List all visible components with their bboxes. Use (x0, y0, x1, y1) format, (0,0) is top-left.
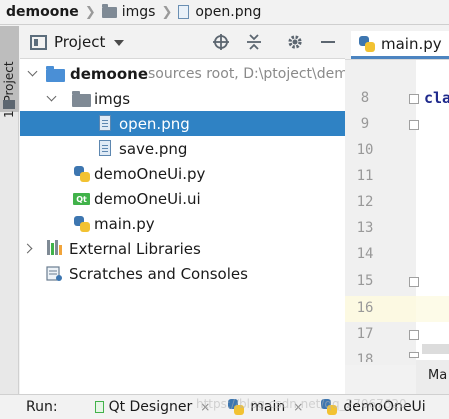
run-label: Run: (26, 399, 58, 415)
chevron-right-icon[interactable] (22, 243, 33, 254)
folder-icon (3, 100, 15, 109)
tree-item-label: External Libraries (69, 239, 201, 258)
project-view-icon (30, 34, 47, 50)
tree-item-label: imgs (94, 89, 131, 108)
fold-marker-icon[interactable] (409, 352, 419, 358)
tree-item-scratches[interactable]: Scratches and Consoles (20, 261, 345, 286)
tree-item-external-libraries[interactable]: External Libraries (20, 236, 345, 261)
line-number: 12 (356, 194, 374, 210)
tree-item-label: Scratches and Consoles (69, 264, 248, 283)
tree-item-demoone[interactable]: demoone sources root, D:\ptoject\demoone (20, 61, 383, 86)
tree-item-main-py[interactable]: main.py (20, 211, 345, 236)
breadcrumb-item-imgs[interactable]: imgs (101, 0, 156, 25)
collapse-all-icon[interactable] (244, 32, 264, 52)
chevron-down-icon[interactable] (46, 91, 57, 102)
breadcrumb-separator: ❯ (84, 4, 96, 20)
folder-icon (46, 66, 65, 82)
image-file-icon (178, 5, 190, 19)
tree-item-open-png[interactable]: open.png (20, 111, 345, 136)
line-number: 11 (356, 168, 374, 184)
horizontal-scrollbar[interactable] (422, 344, 449, 354)
line-number: 15 (356, 273, 374, 289)
qt-ui-file-icon: Qt (73, 193, 90, 205)
tree-item-imgs[interactable]: imgs (20, 86, 345, 111)
libraries-icon (47, 240, 64, 255)
breadcrumb-separator: ❯ (161, 4, 173, 20)
chevron-down-icon[interactable] (27, 66, 38, 77)
editor-tab-label: main.py (381, 34, 442, 53)
line-number: 17 (356, 326, 374, 342)
line-number: 18 (356, 352, 374, 362)
locate-icon[interactable] (211, 32, 231, 52)
current-line-highlight (416, 296, 449, 322)
fold-marker-icon[interactable] (409, 120, 419, 130)
run-tab-label: Qt Designer (108, 399, 193, 415)
tree-item-label: demoone (70, 64, 149, 83)
breadcrumb-label: demoone (6, 4, 79, 20)
image-file-icon (99, 115, 111, 131)
minimize-icon[interactable] (318, 32, 338, 52)
fold-marker-icon[interactable] (409, 94, 419, 104)
breadcrumb-label: imgs (121, 4, 156, 20)
project-tab-label: 1: Project (2, 61, 16, 118)
tree-item-label: open.png (119, 114, 190, 133)
python-file-icon (74, 216, 90, 232)
python-file-icon (359, 35, 375, 52)
tree-item-label: demoOneUi.ui (94, 189, 201, 208)
breadcrumb-item-demoone[interactable]: demoone (6, 0, 79, 25)
qt-designer-icon (94, 401, 104, 413)
tree-item-label: demoOneUi.py (94, 164, 206, 183)
watermark: https://blog.csdn.net/qq_27067620 (196, 397, 407, 411)
breadcrumb: demoone ❯ imgs ❯ open.png (0, 0, 449, 25)
tree-item-demooneui-ui[interactable]: Qt demoOneUi.ui (20, 186, 345, 211)
editor-bottom-label: Ma (428, 368, 448, 383)
chevron-down-icon[interactable] (114, 40, 125, 46)
python-file-icon (74, 166, 90, 182)
run-tab-qt-designer[interactable]: Qt Designer × (94, 395, 210, 419)
line-number: 8 (360, 90, 370, 106)
code-keyword: cla (424, 89, 449, 107)
line-number: 16 (356, 300, 374, 316)
fold-marker-icon[interactable] (409, 277, 419, 287)
tree-item-demooneui-py[interactable]: demoOneUi.py (20, 161, 345, 186)
breadcrumb-label: open.png (195, 4, 262, 20)
folder-icon (101, 3, 117, 18)
gear-icon[interactable] (285, 32, 305, 52)
image-file-icon (99, 140, 111, 156)
line-number: 13 (356, 220, 374, 236)
line-number: 9 (360, 116, 370, 132)
project-panel-header: Project (20, 26, 345, 59)
line-number: 14 (356, 246, 374, 262)
tree-item-save-png[interactable]: save.png (20, 136, 345, 161)
project-view-selector[interactable]: Project (54, 33, 105, 51)
scratches-icon (46, 265, 63, 282)
tree-item-label: main.py (94, 214, 155, 233)
fold-marker-icon[interactable] (409, 330, 419, 340)
folder-icon (72, 91, 91, 107)
tree-item-label: save.png (119, 139, 188, 158)
editor-tab-main-py[interactable]: main.py (351, 31, 449, 59)
line-number: 10 (356, 142, 374, 158)
breadcrumb-item-open-png[interactable]: open.png (178, 0, 261, 25)
